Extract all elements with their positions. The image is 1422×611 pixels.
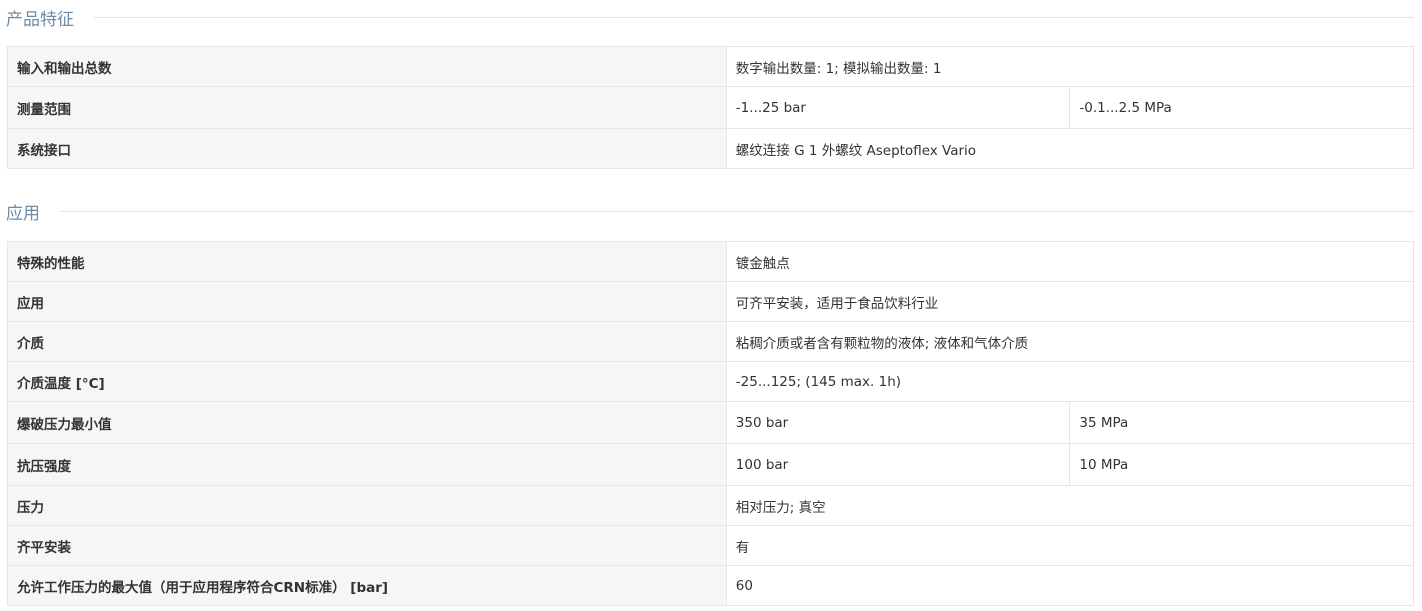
table-row: 齐平安装 有 [7, 525, 1415, 566]
row-value-secondary: 10 MPa [1069, 443, 1414, 486]
section-title-application: 应用 [6, 200, 1414, 224]
table-row: 系统接口 螺纹连接 G 1 外螺纹 Aseptoflex Vario [7, 128, 1415, 169]
table-row: 应用 可齐平安装，适用于食品饮料行业 [7, 281, 1415, 322]
row-value: 镀金触点 [725, 241, 1415, 282]
row-value: 相对压力; 真空 [725, 485, 1415, 526]
table-row: 抗压强度 100 bar 10 MPa [7, 443, 1414, 486]
product-features-table: 输入和输出总数 数字输出数量: 1; 模拟输出数量: 1 测量范围 -1...2… [7, 46, 1415, 169]
table-row: 特殊的性能 镀金触点 [7, 241, 1415, 282]
table-row: 介质 粘稠介质或者含有颗粒物的液体; 液体和气体介质 [7, 321, 1415, 362]
row-label: 允许工作压力的最大值（用于应用程序符合CRN标准） [bar] [7, 565, 727, 606]
row-label: 齐平安装 [7, 525, 727, 566]
row-label: 系统接口 [7, 128, 727, 169]
row-value: 可齐平安装，适用于食品饮料行业 [725, 281, 1415, 322]
table-row: 爆破压力最小值 350 bar 35 MPa [7, 401, 1414, 444]
section-divider [60, 210, 1414, 212]
row-label: 输入和输出总数 [7, 46, 727, 87]
table-row: 介质温度 [°C] -25...125; (145 max. 1h) [7, 361, 1415, 402]
section-title-label: 应用 [6, 203, 40, 224]
row-value: 数字输出数量: 1; 模拟输出数量: 1 [725, 46, 1415, 87]
table-row: 压力 相对压力; 真空 [7, 485, 1415, 526]
row-label: 测量范围 [7, 86, 727, 129]
section-title-product-features: 产品特征 [6, 6, 1414, 30]
row-value-secondary: 35 MPa [1069, 401, 1414, 444]
row-value-secondary: -0.1...2.5 MPa [1069, 86, 1414, 129]
application-table: 特殊的性能 镀金触点 应用 可齐平安装，适用于食品饮料行业 介质 粘稠介质或者含… [7, 241, 1415, 606]
table-row: 测量范围 -1...25 bar -0.1...2.5 MPa [7, 86, 1414, 129]
row-value: 螺纹连接 G 1 外螺纹 Aseptoflex Vario [725, 128, 1415, 169]
row-value: -25...125; (145 max. 1h) [725, 361, 1415, 402]
table-row: 输入和输出总数 数字输出数量: 1; 模拟输出数量: 1 [7, 46, 1415, 87]
row-label: 抗压强度 [7, 443, 727, 486]
row-value: 有 [725, 525, 1415, 566]
row-label: 压力 [7, 485, 727, 526]
row-value: 350 bar [725, 401, 1071, 444]
row-label: 介质温度 [°C] [7, 361, 727, 402]
section-divider [94, 16, 1414, 18]
row-value: 粘稠介质或者含有颗粒物的液体; 液体和气体介质 [725, 321, 1415, 362]
row-label: 特殊的性能 [7, 241, 727, 282]
section-title-label: 产品特征 [6, 9, 74, 30]
row-value: -1...25 bar [725, 86, 1071, 129]
table-row: 允许工作压力的最大值（用于应用程序符合CRN标准） [bar] 60 [7, 565, 1415, 606]
row-value: 60 [725, 565, 1415, 606]
row-label: 爆破压力最小值 [7, 401, 727, 444]
row-value: 100 bar [725, 443, 1071, 486]
row-label: 应用 [7, 281, 727, 322]
row-label: 介质 [7, 321, 727, 362]
